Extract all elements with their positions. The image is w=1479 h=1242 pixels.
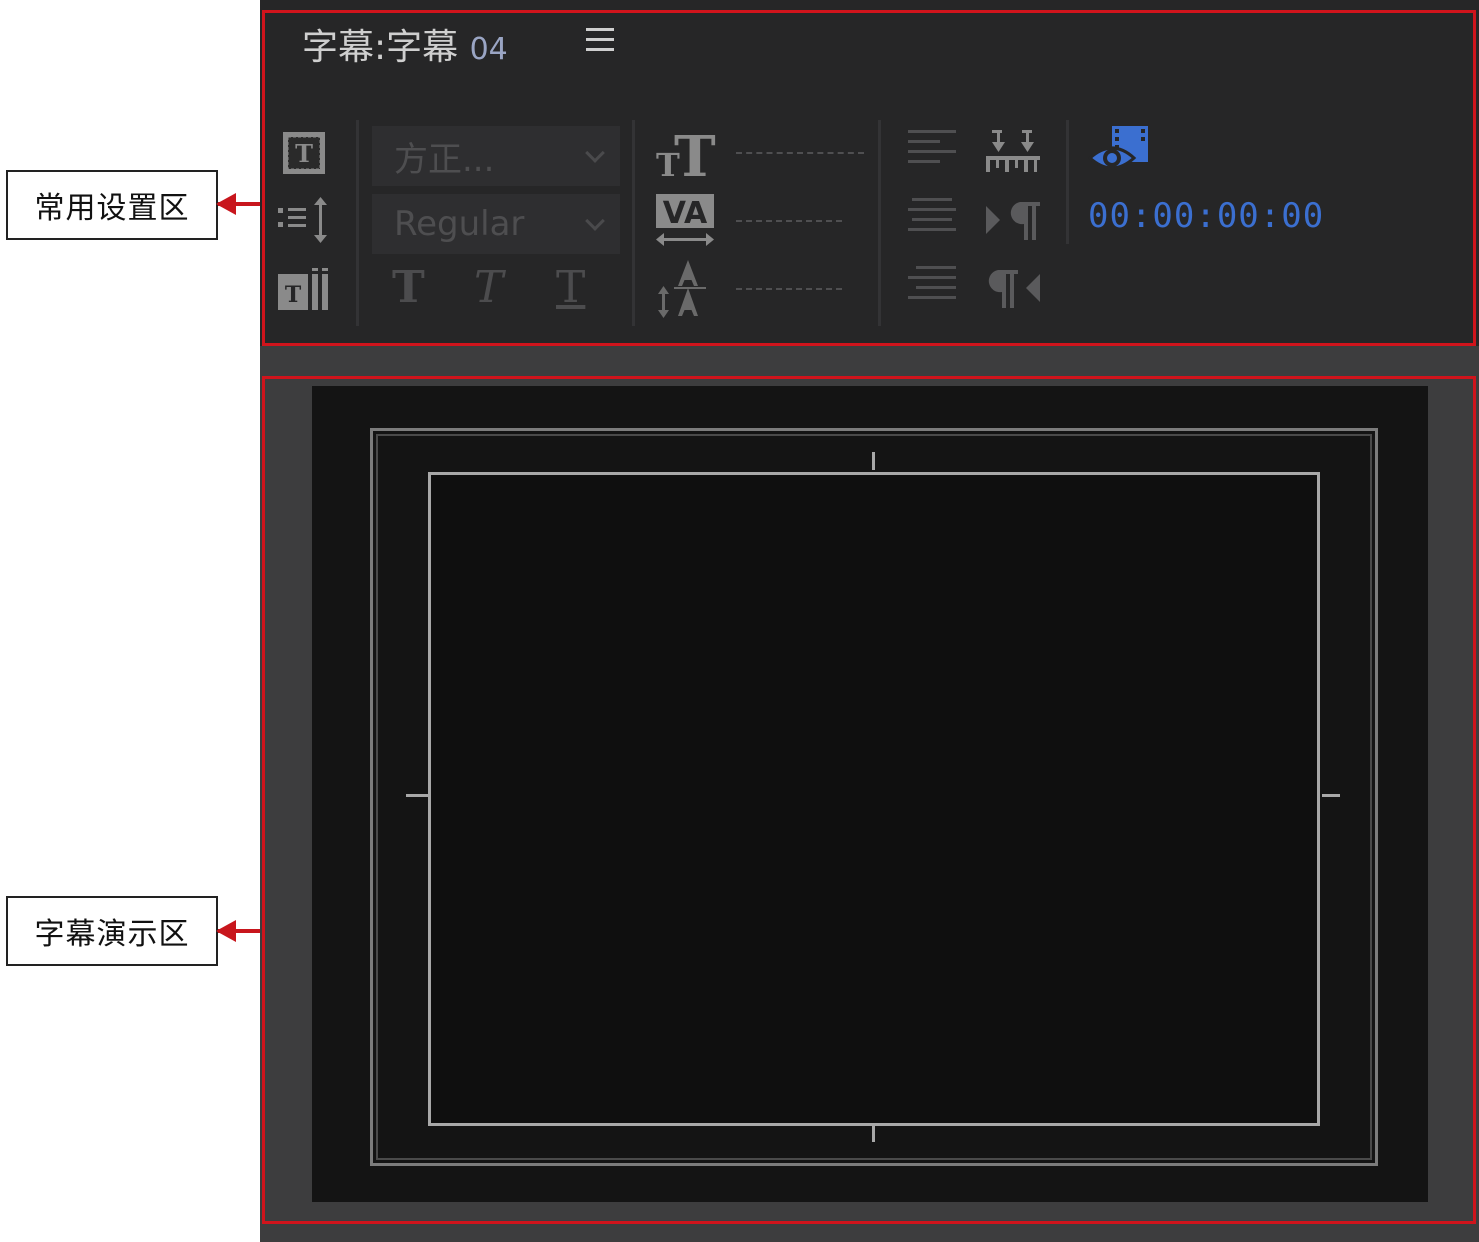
svg-text:T: T [674,126,716,180]
italic-button[interactable]: T [474,262,503,313]
align-left-icon[interactable] [908,130,956,170]
timecode[interactable]: 00:00:00:00 [1088,196,1324,236]
panel-title-prefix: 字幕:字幕 [302,27,459,68]
chevron-down-icon [585,211,605,231]
leading-field[interactable] [736,288,842,290]
caption-panel: 字幕:字幕 04 T T 方正... Regular T T T T T VA … [260,0,1479,1242]
show-video-icon[interactable] [1088,124,1152,178]
svg-text:T: T [285,282,302,308]
align-center-icon[interactable] [908,198,956,238]
center-tick-right [1322,794,1340,797]
title-safe-frame [428,472,1320,1126]
preview-area-callout: 字幕演示区 [6,896,218,966]
text-frame-icon[interactable]: T [280,130,328,176]
line-spacing-icon[interactable] [276,196,332,244]
svg-text:T: T [295,139,313,168]
panel-title: 字幕:字幕 04 [302,18,508,70]
separator [1066,120,1069,244]
leading-icon [654,258,716,318]
preview-area-label: 字幕演示区 [34,917,190,952]
kerning-icon: VA [654,192,716,250]
kerning-field[interactable] [736,220,842,222]
font-family-dropdown[interactable]: 方正... [372,126,620,186]
font-style-dropdown[interactable]: Regular [372,194,620,254]
settings-area-callout: 常用设置区 [6,170,218,240]
settings-area-label: 常用设置区 [34,191,190,226]
panel-title-number: 04 [469,32,508,67]
separator [356,120,359,326]
font-size-field[interactable] [736,152,864,154]
common-settings-toolbar: 字幕:字幕 04 T T 方正... Regular T T T T T VA … [260,0,1479,346]
text-columns-icon[interactable]: T [276,266,332,312]
rtl-paragraph-icon[interactable] [984,266,1042,310]
ltr-paragraph-icon[interactable] [984,198,1042,242]
separator [632,120,635,326]
center-tick-top [872,452,875,470]
center-tick-left [406,794,428,797]
underline-button[interactable]: T [556,262,585,313]
svg-text:VA: VA [663,196,708,231]
font-family-value: 方正... [394,139,495,180]
hamburger-menu-icon[interactable] [586,28,614,54]
tab-stops-icon[interactable] [984,128,1042,174]
align-right-icon[interactable] [908,266,956,306]
chevron-down-icon [585,143,605,163]
center-tick-bottom [872,1126,875,1142]
bold-button[interactable]: T [392,262,425,313]
font-style-value: Regular [394,204,525,244]
figure: 常用设置区 字幕演示区 字幕:字幕 04 T T 方正... Regular T… [0,0,1479,1242]
separator [878,120,881,326]
font-size-icon: TT [654,126,716,180]
